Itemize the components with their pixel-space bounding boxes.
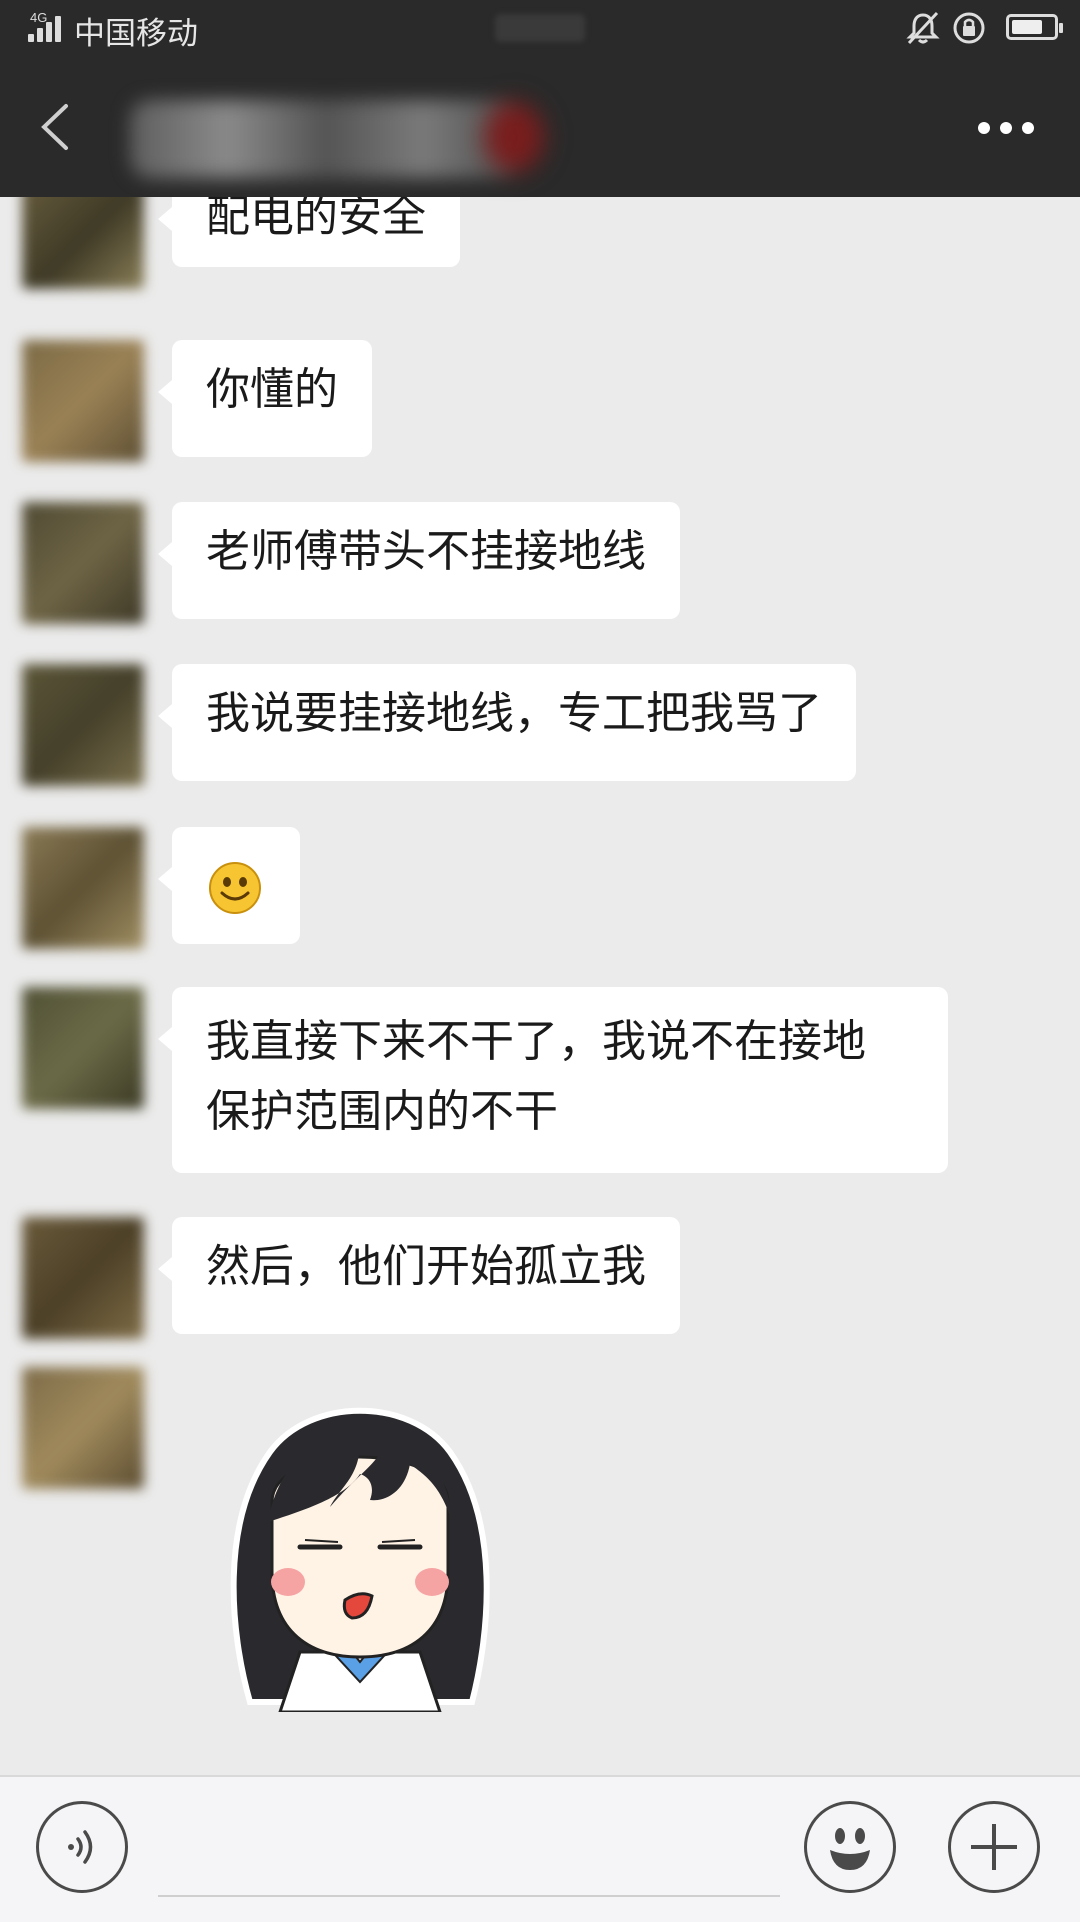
message-input[interactable]	[158, 1895, 780, 1897]
chat-title	[130, 100, 520, 178]
status-bar: 4G 中国移动	[0, 0, 1080, 56]
message-list[interactable]: 配电的安全 你懂的 老师傅带头不挂接地线 我说要挂接地线，专工把我骂了 我直接下…	[0, 197, 1080, 1775]
avatar[interactable]	[22, 1367, 144, 1489]
emoji-button[interactable]	[804, 1801, 896, 1893]
avatar[interactable]	[22, 664, 144, 786]
network-type: 4G	[30, 10, 48, 25]
avatar[interactable]	[22, 827, 144, 949]
girl-sticker-icon[interactable]	[210, 1382, 510, 1712]
avatar[interactable]	[22, 502, 144, 624]
emoji-icon	[830, 1828, 870, 1870]
status-time	[495, 14, 585, 42]
plus-button[interactable]	[948, 1801, 1040, 1893]
message-bubble[interactable]: 你懂的	[158, 340, 372, 457]
more-button[interactable]	[978, 122, 1034, 136]
message-bubble[interactable]: 配电的安全	[158, 197, 460, 267]
message-bubble[interactable]	[158, 827, 300, 944]
message-bubble[interactable]: 我说要挂接地线，专工把我骂了	[158, 664, 856, 781]
rotation-lock-icon	[953, 12, 985, 44]
input-bar	[0, 1775, 1080, 1922]
voice-icon	[68, 1830, 93, 1864]
nav-bar	[0, 64, 1080, 192]
smile-emoji-icon	[209, 862, 261, 914]
voice-button[interactable]	[36, 1801, 128, 1893]
battery-icon	[1006, 14, 1063, 40]
avatar[interactable]	[22, 987, 144, 1109]
avatar[interactable]	[22, 197, 144, 289]
carrier-name: 中国移动	[74, 16, 198, 52]
mute-bell-icon	[906, 11, 940, 45]
avatar[interactable]	[22, 1217, 144, 1339]
message-bubble[interactable]: 然后，他们开始孤立我	[158, 1217, 680, 1334]
message-line: 我直接下来不干了，我说不在接地	[206, 1016, 866, 1067]
message-line: 保护范围内的不干	[206, 1086, 558, 1137]
signal-icon: 4G	[24, 10, 70, 44]
top-bar: 4G 中国移动	[0, 0, 1080, 197]
plus-icon	[971, 1824, 1017, 1870]
message-bubble[interactable]: 老师傅带头不挂接地线	[158, 502, 680, 619]
back-button[interactable]	[36, 102, 76, 152]
avatar[interactable]	[22, 340, 144, 462]
message-bubble[interactable]: 我直接下来不干了，我说不在接地 保护范围内的不干	[158, 987, 948, 1173]
